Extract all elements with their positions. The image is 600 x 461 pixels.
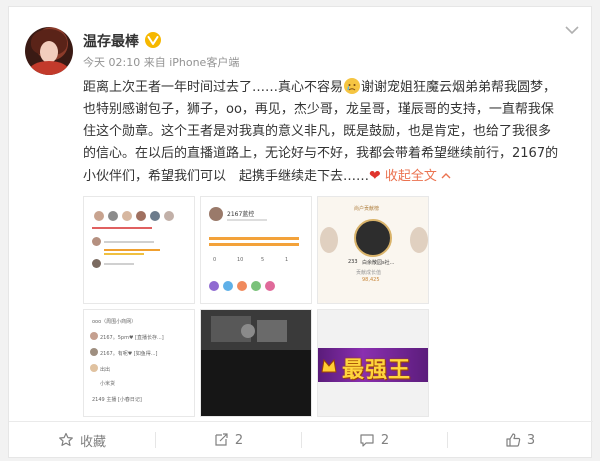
favorite-label: 收藏 <box>79 434 106 450</box>
comment-count: 2 <box>380 432 390 448</box>
comment-icon <box>360 434 374 447</box>
collapse-full-text-link[interactable]: 收起全文 <box>385 169 451 184</box>
username[interactable]: 温存最棒 <box>83 31 139 51</box>
thumbs-up-icon <box>506 433 521 447</box>
repost-button[interactable]: 2 <box>155 422 301 458</box>
strongest-king-banner: 最强王 <box>318 348 428 383</box>
repost-count: 2 <box>234 432 244 448</box>
heart-emoji-icon: ❤ <box>369 168 381 184</box>
image-thumbnail-2[interactable]: 2167蓝控 0 10 5 1 <box>200 196 312 304</box>
star-icon <box>59 432 73 446</box>
chevron-up-icon <box>441 173 451 179</box>
chevron-down-icon[interactable] <box>565 25 579 35</box>
post-content: 距离上次王者一年时间过去了……真心不容易 谢谢宠姐狂魔云烟弟弟帮我圆梦，也特别感谢… <box>83 77 563 188</box>
like-count: 3 <box>526 432 536 448</box>
image-thumbnail-3[interactable]: 尚户贡献榜 233 白余散园s社... 贡献成长值 98,425 <box>317 196 429 304</box>
post-meta: 今天 02:10 来自 iPhone客户端 <box>83 56 240 69</box>
favorite-button[interactable]: 收藏 <box>9 422 155 458</box>
like-button[interactable]: 3 <box>447 422 593 458</box>
image-thumbnail-5[interactable] <box>200 309 312 417</box>
thumb2-title: 2167蓝控 <box>227 211 255 218</box>
user-avatar[interactable] <box>25 27 73 75</box>
crown-icon <box>321 358 337 373</box>
crying-emoji-icon <box>344 78 361 94</box>
repost-icon <box>215 433 228 446</box>
image-thumbnail-6[interactable]: 最强王 <box>317 309 429 417</box>
vip-badge-icon <box>145 32 161 48</box>
post-text-part2: 谢谢宠姐狂魔云烟弟弟帮我圆梦，也特别感谢包子，狮子，oo，再见，杰少哥，龙呈哥，… <box>83 80 559 184</box>
comment-button[interactable]: 2 <box>301 422 447 458</box>
post-action-bar: 收藏 2 2 3 <box>9 421 593 458</box>
image-thumbnail-4[interactable]: ooo（周围小商网） 2167。5pm♥ [直播长存...] 2167。有呢♥ … <box>83 309 195 417</box>
post-text-part1: 距离上次王者一年时间过去了……真心不容易 <box>83 80 344 95</box>
image-thumbnail-1[interactable] <box>83 196 195 304</box>
weibo-post-card: 温存最棒 今天 02:10 来自 iPhone客户端 距离上次王者一年时间过去了… <box>8 6 593 458</box>
banner-text: 最强王 <box>342 358 412 383</box>
